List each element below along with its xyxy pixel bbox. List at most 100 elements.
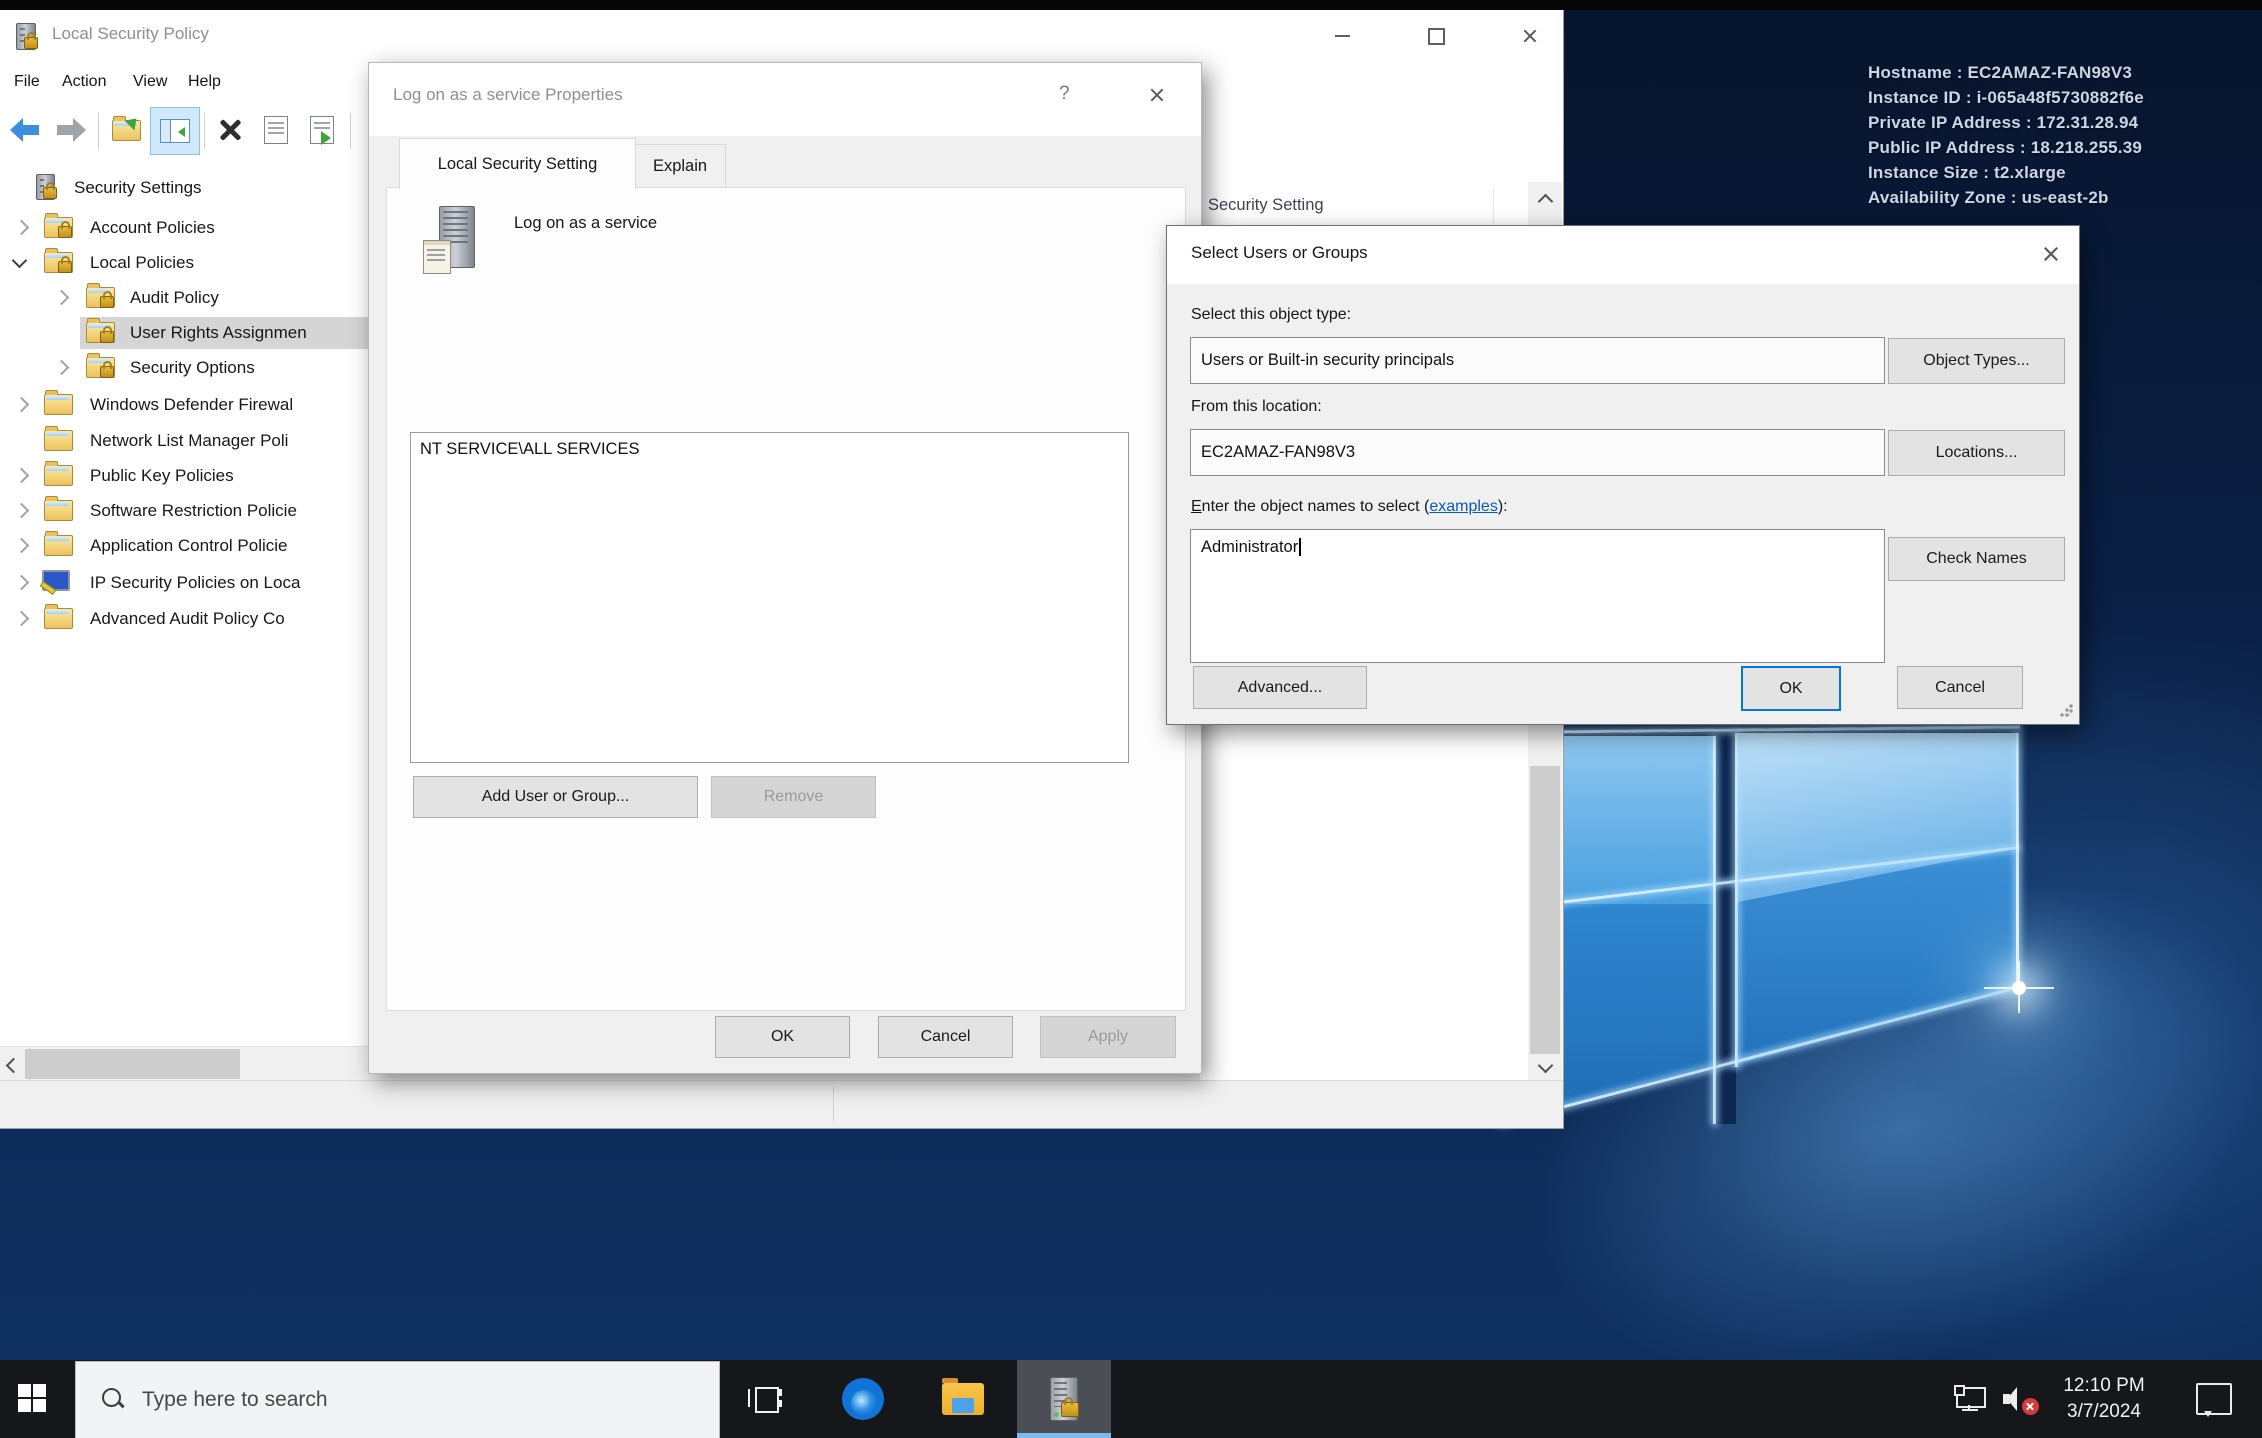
object-type-field[interactable]: Users or Built-in security principals bbox=[1190, 337, 1885, 384]
chevron-right-icon[interactable] bbox=[54, 360, 70, 376]
task-view-button[interactable] bbox=[734, 1360, 796, 1438]
scrollbar-thumb[interactable] bbox=[1530, 766, 1560, 1054]
properties-close-button[interactable] bbox=[1149, 87, 1165, 108]
tree-item-windows-defender-firewall[interactable]: Windows Defender Firewal bbox=[0, 389, 368, 423]
start-button[interactable] bbox=[2, 1360, 64, 1438]
advanced-button[interactable]: Advanced... bbox=[1193, 666, 1367, 709]
folder-icon bbox=[44, 535, 73, 556]
examples-link[interactable]: examples bbox=[1429, 498, 1497, 515]
volume-muted-icon bbox=[2003, 1386, 2037, 1412]
menu-help[interactable]: Help bbox=[188, 73, 221, 91]
select-ok-button[interactable]: OK bbox=[1741, 666, 1841, 711]
tree-item-account-policies[interactable]: Account Policies bbox=[0, 212, 368, 246]
tree-item-security-options[interactable]: Security Options bbox=[0, 352, 368, 386]
object-names-label: Enter the object names to select (exampl… bbox=[1191, 498, 1508, 516]
properties-title-bar: Log on as a service Properties ? bbox=[369, 63, 1201, 136]
instance-hostname: Hostname : EC2AMAZ-FAN98V3 bbox=[1868, 60, 2144, 85]
volume-tray-icon[interactable] bbox=[1996, 1360, 2044, 1438]
chevron-right-icon[interactable] bbox=[14, 538, 30, 554]
scroll-left-icon[interactable] bbox=[6, 1058, 22, 1074]
column-divider[interactable] bbox=[1493, 188, 1494, 224]
tab-explain[interactable]: Explain bbox=[634, 144, 726, 188]
file-explorer-button[interactable] bbox=[932, 1360, 994, 1438]
members-listbox[interactable]: NT SERVICE\ALL SERVICES bbox=[410, 432, 1129, 763]
forward-button[interactable] bbox=[48, 107, 92, 153]
tree-item-public-key-policies[interactable]: Public Key Policies bbox=[0, 460, 368, 494]
location-field[interactable]: EC2AMAZ-FAN98V3 bbox=[1190, 429, 1885, 476]
windows-logo-icon bbox=[18, 1384, 48, 1414]
tab-local-security-setting[interactable]: Local Security Setting bbox=[399, 138, 636, 189]
add-user-or-group-button[interactable]: Add User or Group... bbox=[413, 776, 698, 818]
scrollbar-thumb[interactable] bbox=[25, 1049, 240, 1079]
notification-icon bbox=[2196, 1383, 2232, 1415]
remove-button[interactable]: Remove bbox=[711, 776, 876, 818]
folder-icon bbox=[44, 608, 73, 629]
tree-item-advanced-audit-policy[interactable]: Advanced Audit Policy Co bbox=[0, 603, 368, 637]
properties-ok-button[interactable]: OK bbox=[715, 1016, 850, 1058]
tree-item-audit-policy[interactable]: Audit Policy bbox=[0, 282, 368, 316]
locations-button[interactable]: Locations... bbox=[1888, 430, 2065, 476]
maximize-button[interactable] bbox=[1404, 10, 1468, 62]
menu-action[interactable]: Action bbox=[62, 73, 106, 91]
object-names-textarea[interactable]: Administrator bbox=[1190, 529, 1885, 663]
chevron-right-icon[interactable] bbox=[54, 290, 70, 306]
object-types-button[interactable]: Object Types... bbox=[1888, 338, 2065, 384]
chevron-right-icon[interactable] bbox=[14, 220, 30, 236]
show-console-tree-button[interactable] bbox=[150, 107, 200, 155]
tree-item-user-rights-assignment[interactable]: User Rights Assignmen bbox=[0, 317, 368, 351]
menu-file[interactable]: File bbox=[14, 73, 40, 91]
export-list-button[interactable] bbox=[300, 107, 344, 153]
properties-button[interactable] bbox=[254, 107, 298, 153]
properties-apply-button[interactable]: Apply bbox=[1040, 1016, 1176, 1058]
member-item[interactable]: NT SERVICE\ALL SERVICES bbox=[411, 433, 1128, 459]
close-icon bbox=[1149, 87, 1165, 103]
window-title: Local Security Policy bbox=[52, 24, 209, 44]
back-button[interactable] bbox=[4, 107, 48, 153]
instance-private-ip: Private IP Address : 172.31.28.94 bbox=[1868, 110, 2144, 135]
delete-button[interactable] bbox=[208, 107, 252, 153]
chevron-right-icon[interactable] bbox=[14, 611, 30, 627]
folder-icon bbox=[44, 394, 73, 415]
tree-root-security-settings[interactable]: Security Settings bbox=[0, 172, 368, 206]
tree-horizontal-scrollbar[interactable] bbox=[0, 1046, 368, 1081]
close-button[interactable] bbox=[1498, 10, 1562, 62]
select-cancel-button[interactable]: Cancel bbox=[1897, 666, 2023, 709]
action-center-button[interactable] bbox=[2186, 1360, 2242, 1438]
minimize-button[interactable] bbox=[1310, 10, 1374, 62]
menu-view[interactable]: View bbox=[133, 73, 167, 91]
scroll-down-icon[interactable] bbox=[1538, 1058, 1554, 1074]
task-view-icon bbox=[748, 1384, 782, 1414]
console-tree-icon bbox=[160, 119, 190, 143]
chevron-right-icon[interactable] bbox=[14, 397, 30, 413]
tree-item-ip-security-policies[interactable]: IP Security Policies on Loca bbox=[0, 567, 368, 601]
chevron-right-icon[interactable] bbox=[14, 575, 30, 591]
network-tray-icon[interactable] bbox=[1946, 1360, 1992, 1438]
column-header-security-setting[interactable]: Security Setting bbox=[1208, 196, 1324, 215]
desktop: Hostname : EC2AMAZ-FAN98V3 Instance ID :… bbox=[0, 0, 2262, 1438]
clock[interactable]: 12:10 PM 3/7/2024 bbox=[2048, 1373, 2160, 1425]
location-label: From this location: bbox=[1191, 398, 1322, 416]
chevron-right-icon[interactable] bbox=[14, 468, 30, 484]
scroll-up-icon[interactable] bbox=[1538, 194, 1554, 210]
wallpaper-edge-mullion-right bbox=[1735, 733, 1738, 1067]
help-button[interactable]: ? bbox=[1059, 83, 1070, 105]
delete-icon bbox=[218, 118, 242, 142]
chevron-right-icon[interactable] bbox=[14, 503, 30, 519]
tree-item-software-restriction[interactable]: Software Restriction Policie bbox=[0, 495, 368, 529]
up-one-level-button[interactable] bbox=[104, 107, 148, 153]
check-names-button[interactable]: Check Names bbox=[1888, 537, 2065, 581]
search-input[interactable]: Type here to search bbox=[75, 1361, 720, 1438]
tree-item-application-control[interactable]: Application Control Policie bbox=[0, 530, 368, 564]
properties-cancel-button[interactable]: Cancel bbox=[878, 1016, 1013, 1058]
chevron-down-icon[interactable] bbox=[12, 253, 28, 269]
tree-item-network-list-manager[interactable]: Network List Manager Poli bbox=[0, 425, 368, 459]
tree-item-local-policies[interactable]: Local Policies bbox=[0, 247, 368, 281]
resize-grip[interactable] bbox=[2059, 704, 2073, 718]
select-dialog-close-button[interactable] bbox=[2043, 246, 2059, 267]
select-dialog-title-bar: Select Users or Groups bbox=[1167, 226, 2079, 284]
object-names-value: Administrator bbox=[1201, 538, 1298, 557]
pane-splitter[interactable] bbox=[833, 1087, 834, 1121]
search-placeholder: Type here to search bbox=[142, 1388, 328, 1412]
local-security-policy-taskbar-button[interactable] bbox=[1017, 1360, 1111, 1438]
edge-button[interactable] bbox=[832, 1360, 894, 1438]
